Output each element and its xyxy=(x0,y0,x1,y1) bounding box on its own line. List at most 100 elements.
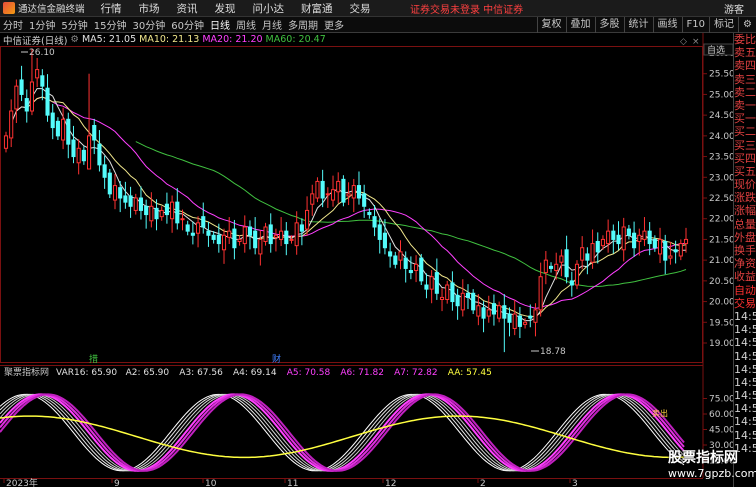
candle-down xyxy=(491,303,496,315)
candle-up xyxy=(133,197,138,211)
x-tick-label: 12 xyxy=(385,479,396,487)
candle-up xyxy=(294,222,299,247)
ind-y-tick-label: 75.00 xyxy=(709,395,735,405)
candlesticks xyxy=(3,48,689,353)
candle-down xyxy=(107,172,112,195)
candle-up xyxy=(180,218,185,221)
candle-down xyxy=(356,185,362,199)
candle-down xyxy=(97,143,102,166)
candle-up xyxy=(657,238,663,255)
y-axis-ticks: 26.0025.5025.0024.5024.0023.5023.0022.50… xyxy=(703,49,735,349)
candle-down xyxy=(569,280,574,286)
event-marker-2[interactable]: 财 xyxy=(272,353,281,365)
x-tick-label: 9 xyxy=(114,479,120,487)
candle-down xyxy=(299,224,304,232)
ind-y-tick-label: 60.00 xyxy=(709,410,735,420)
right-panel-item[interactable]: 自动 xyxy=(734,284,756,297)
right-panel-item[interactable]: 交易 xyxy=(734,297,756,310)
candle-down xyxy=(128,195,133,207)
candle-up xyxy=(439,296,445,300)
kline-chart-canvas[interactable]: 26.0025.5025.0024.5024.0023.5023.0022.50… xyxy=(0,0,756,487)
candle-down xyxy=(367,212,372,216)
candle-down xyxy=(92,125,97,141)
y-tick-label: 20.50 xyxy=(709,277,735,287)
candle-down xyxy=(138,197,144,211)
right-panel-item: 14:50 xyxy=(734,415,756,429)
candle-down xyxy=(455,294,460,307)
y-tick-label: 20.00 xyxy=(709,298,735,308)
candle-down xyxy=(66,118,71,145)
candle-down xyxy=(652,238,657,249)
candle-down xyxy=(673,249,678,253)
main-panel-frame xyxy=(0,46,703,363)
candle-down xyxy=(507,313,512,323)
candle-down xyxy=(372,216,377,228)
indicator-value-4: A5: 70.58 xyxy=(287,368,331,378)
candle-down xyxy=(185,224,190,232)
candle-down xyxy=(585,253,590,261)
candle-up xyxy=(476,305,481,317)
osc-magenta-0 xyxy=(0,393,685,472)
osc-magenta-1 xyxy=(0,393,685,472)
candle-down xyxy=(253,230,258,249)
candle-down xyxy=(284,230,289,245)
candle-up xyxy=(346,193,351,197)
right-panel-item: 卖三 xyxy=(734,72,756,86)
candle-down xyxy=(175,201,180,224)
candle-down xyxy=(408,270,413,274)
candle-down xyxy=(595,241,600,253)
diamond-icon[interactable]: ◇ xyxy=(680,37,687,47)
candle-down xyxy=(382,232,387,249)
y-tick-label: 21.00 xyxy=(709,256,735,266)
candle-down xyxy=(611,230,616,240)
close-icon[interactable]: × xyxy=(692,37,700,47)
candle-up xyxy=(159,209,164,218)
candle-up xyxy=(637,234,642,243)
high-label: 26.10 xyxy=(29,48,55,58)
candle-up xyxy=(642,230,647,240)
right-panel-item: 涨跌 xyxy=(734,191,756,205)
candle-down xyxy=(647,230,652,245)
candle-down xyxy=(81,149,86,162)
candle-up xyxy=(559,255,564,263)
candle-up xyxy=(336,180,341,193)
right-panel-item: 14:50 xyxy=(734,428,756,442)
right-panel-item: 收益 xyxy=(734,270,756,284)
candle-up xyxy=(678,243,683,257)
indicator-value-2: A3: 67.56 xyxy=(179,368,223,378)
right-panel-item: 14:50 xyxy=(734,336,756,350)
osc-white-1 xyxy=(0,393,685,472)
right-panel-item: 买一 xyxy=(734,112,756,126)
y-tick-label: 19.50 xyxy=(709,318,735,328)
candle-up xyxy=(242,226,247,245)
right-panel-item: 卖五 xyxy=(734,46,756,60)
watermark-name: 股票指标网 xyxy=(668,450,738,466)
candle-down xyxy=(247,226,253,236)
ma10-path xyxy=(16,96,687,318)
candle-down xyxy=(190,232,195,236)
candle-down xyxy=(118,187,123,199)
event-marker-1[interactable]: 措 xyxy=(89,353,98,365)
candle-down xyxy=(632,232,637,249)
candle-up xyxy=(533,309,538,323)
candle-up xyxy=(538,276,543,311)
sell-label: 卖出 xyxy=(652,408,668,418)
candle-down xyxy=(211,234,216,240)
candle-up xyxy=(497,305,502,319)
candle-down xyxy=(50,112,55,129)
indicator-value-0: VAR16: 65.90 xyxy=(56,368,117,378)
candle-up xyxy=(310,193,315,205)
x-tick-label: 2 xyxy=(480,479,486,487)
x-tick-label: 3 xyxy=(572,479,578,487)
candle-up xyxy=(574,263,580,286)
candle-down xyxy=(341,178,346,203)
candle-down xyxy=(517,315,522,327)
candle-up xyxy=(429,276,434,290)
candle-up xyxy=(621,226,626,251)
candle-up xyxy=(668,255,673,259)
candle-down xyxy=(471,292,476,311)
candle-down xyxy=(377,224,382,240)
indicator-value-1: A2: 65.90 xyxy=(126,368,170,378)
favorite-button[interactable]: 自选 xyxy=(707,44,725,56)
indicator-value-7: AA: 57.45 xyxy=(448,368,492,378)
